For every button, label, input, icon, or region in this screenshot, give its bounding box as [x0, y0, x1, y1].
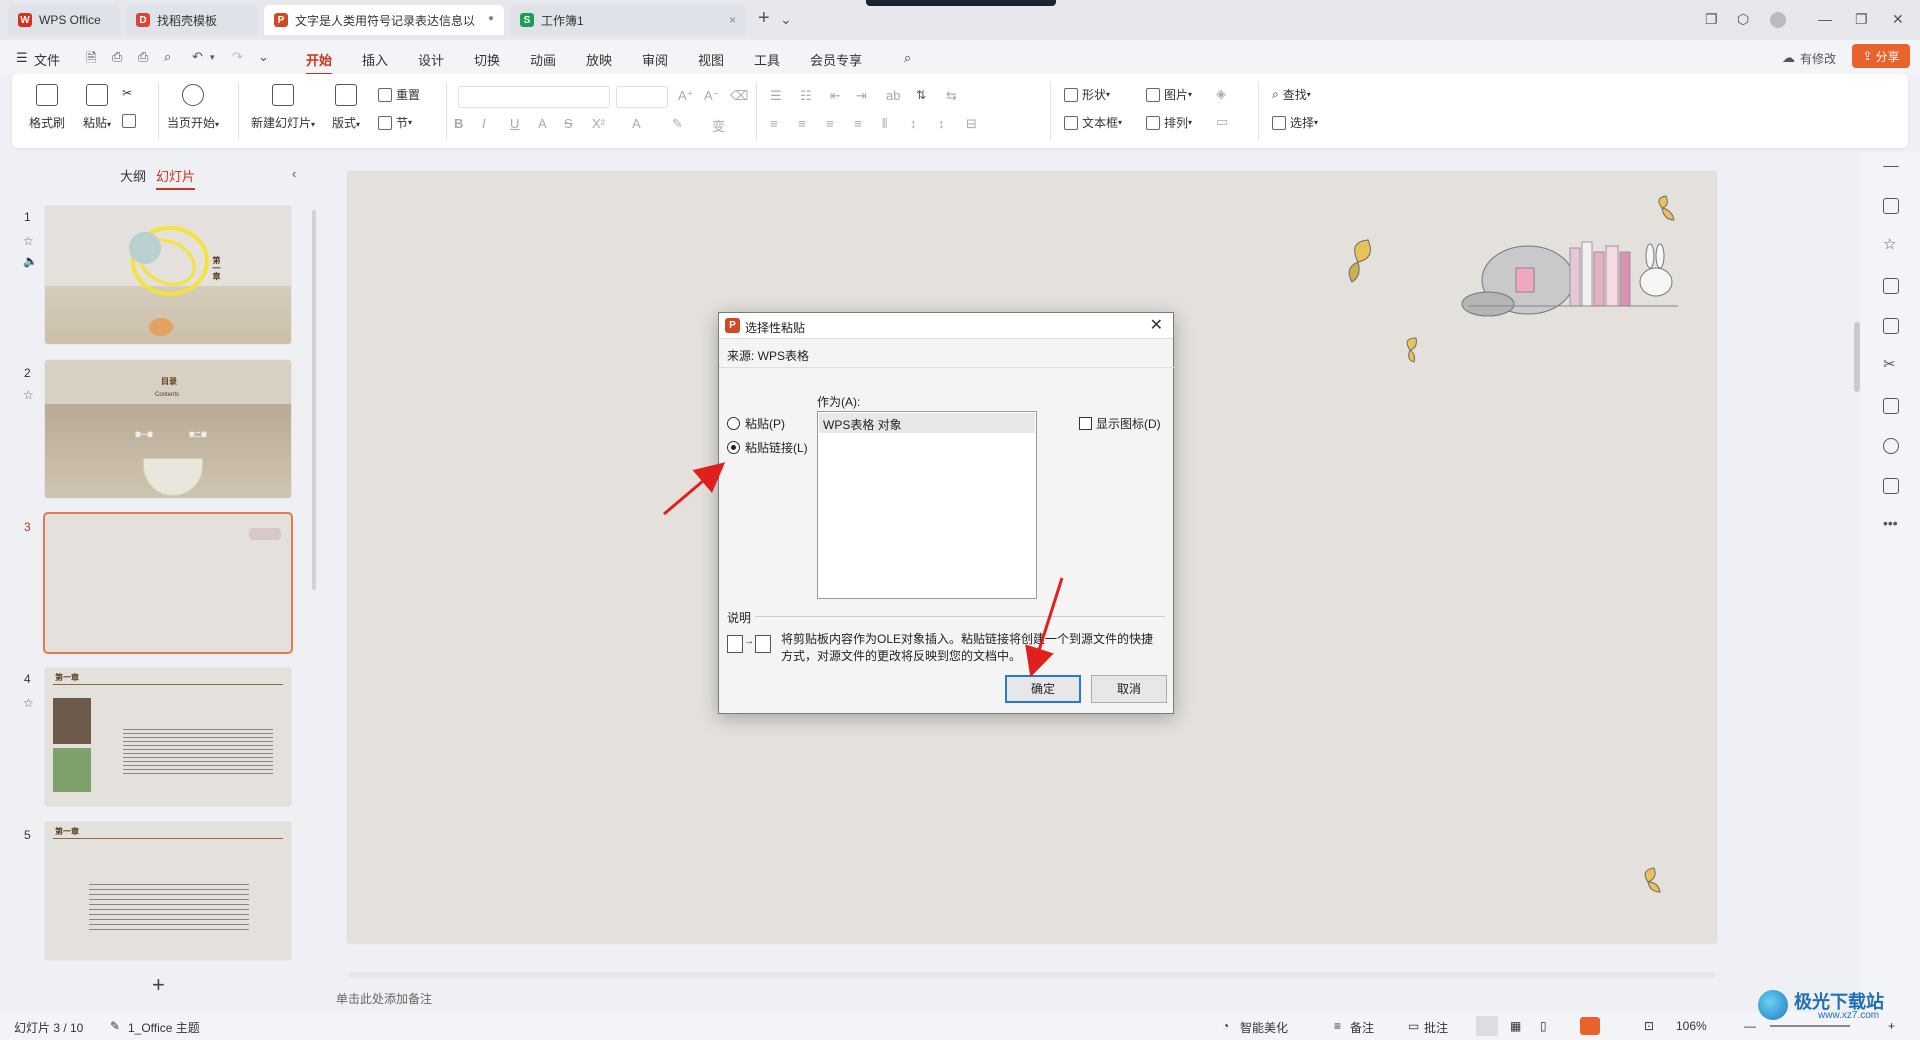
arrow-to-ok-button: [1025, 577, 1064, 678]
arrow-to-paste-link: [663, 462, 726, 516]
annotation-arrows: [663, 462, 1064, 678]
